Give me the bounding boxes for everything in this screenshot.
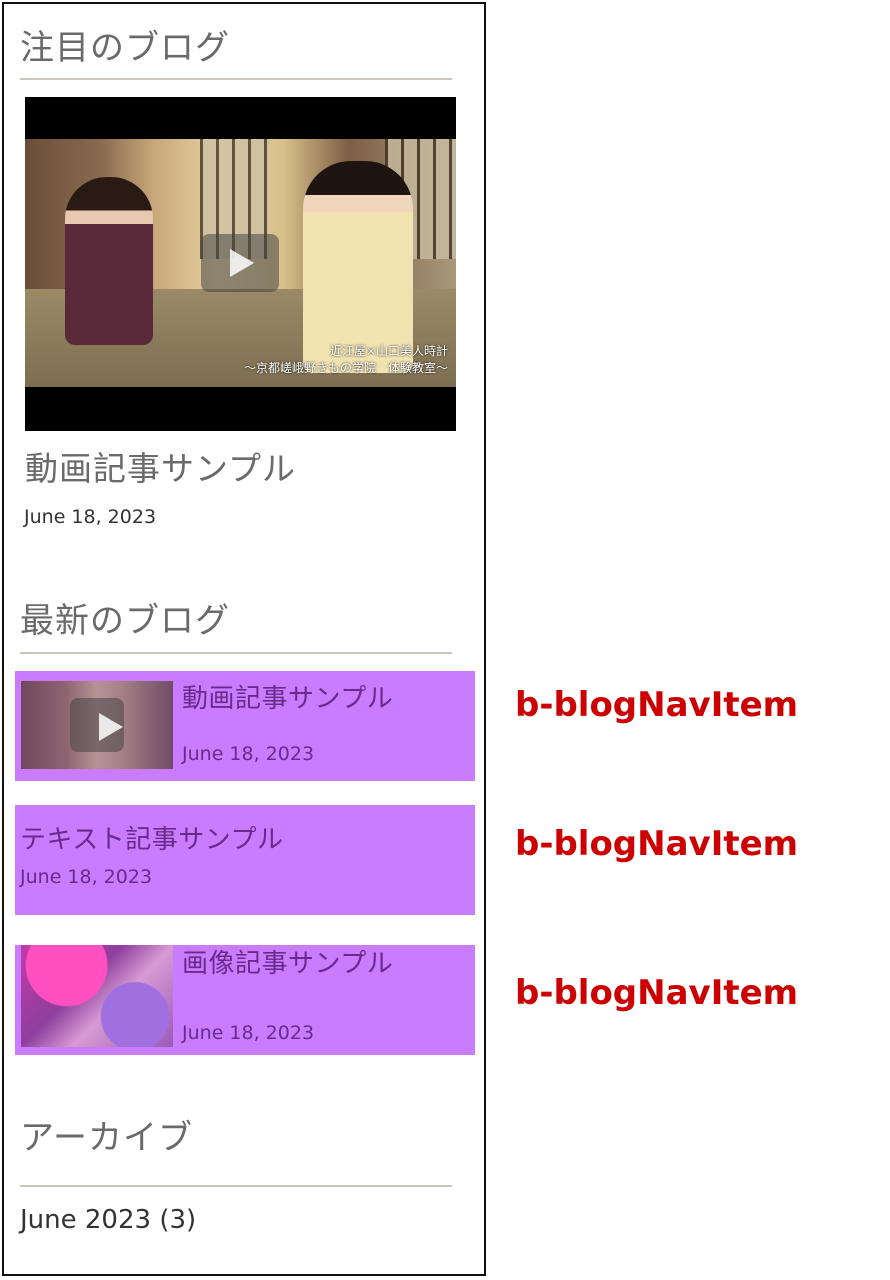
featured-video-thumbnail[interactable]: 近江屋×山口美人時計 ～京都嵯峨野きもの学院 体験教室～ bbox=[25, 97, 456, 431]
video-caption-line1: 近江屋×山口美人時計 bbox=[329, 344, 448, 358]
featured-post-title[interactable]: 動画記事サンプル bbox=[25, 447, 296, 491]
archive-link-june-2023[interactable]: June 2023 (3) bbox=[20, 1204, 196, 1236]
featured-post-date: June 18, 2023 bbox=[24, 506, 157, 528]
archive-heading: アーカイブ bbox=[20, 1118, 193, 1158]
blog-nav-item[interactable]: テキスト記事サンプル June 18, 2023 bbox=[15, 805, 475, 915]
image-thumbnail bbox=[21, 945, 173, 1047]
latest-heading: 最新のブログ bbox=[20, 601, 230, 641]
video-thumbnail bbox=[21, 681, 173, 769]
nav-item-date: June 18, 2023 bbox=[182, 1022, 315, 1044]
play-icon bbox=[70, 698, 124, 752]
nav-item-title[interactable]: テキスト記事サンプル bbox=[20, 824, 283, 856]
video-caption: 近江屋×山口美人時計 ～京都嵯峨野きもの学院 体験教室～ bbox=[208, 343, 448, 377]
blog-nav-item[interactable]: 動画記事サンプル June 18, 2023 bbox=[15, 671, 475, 781]
nav-item-annotation: b-blogNavItem bbox=[515, 973, 799, 1013]
featured-heading: 注目のブログ bbox=[20, 28, 230, 68]
latest-divider bbox=[20, 652, 452, 654]
nav-item-annotation: b-blogNavItem bbox=[515, 685, 799, 725]
kimono-figure-right bbox=[303, 161, 413, 373]
featured-divider bbox=[20, 78, 452, 80]
nav-item-date: June 18, 2023 bbox=[182, 743, 315, 765]
video-caption-line2: ～京都嵯峨野きもの学院 体験教室～ bbox=[243, 361, 448, 375]
blog-nav-item[interactable]: 画像記事サンプル June 18, 2023 bbox=[15, 945, 475, 1055]
nav-item-title[interactable]: 動画記事サンプル bbox=[182, 683, 393, 715]
nav-item-annotation: b-blogNavItem bbox=[515, 824, 799, 864]
nav-item-title[interactable]: 画像記事サンプル bbox=[182, 948, 393, 980]
archive-divider bbox=[20, 1185, 452, 1187]
play-icon[interactable] bbox=[201, 234, 279, 292]
kimono-figure-left bbox=[65, 177, 153, 345]
nav-item-date: June 18, 2023 bbox=[20, 866, 153, 888]
